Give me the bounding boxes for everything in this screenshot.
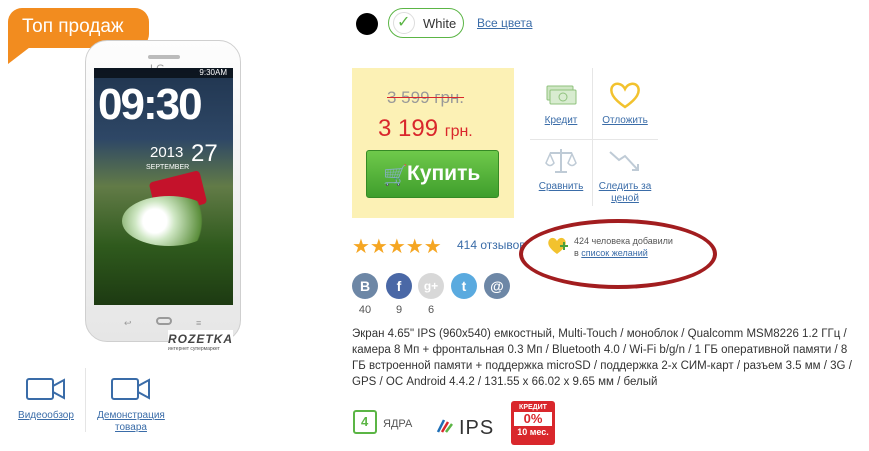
facebook-icon: f — [386, 273, 412, 299]
credit-badge-title: КРЕДИТ — [519, 404, 547, 411]
buy-button[interactable]: 🛒 Купить — [366, 150, 499, 198]
postpone-link[interactable]: Отложить — [594, 115, 656, 127]
googleplus-count: 6 — [427, 304, 435, 316]
phone-screen: 9:30AM 09:30 2013 27 SEPTEMBER — [94, 68, 233, 305]
ips-label: IPS — [459, 417, 495, 439]
demo-label[interactable]: Демонстрация товара — [92, 410, 170, 434]
buy-button-label: Купить — [407, 162, 481, 185]
back-key-icon: ↩ — [124, 318, 132, 328]
new-price-value: 3 199 — [378, 115, 439, 142]
watermark-name: ROZETKA — [168, 332, 233, 346]
cart-icon: 🛒 — [383, 165, 408, 187]
phone-month: SEPTEMBER — [146, 164, 190, 171]
share-googleplus[interactable]: g+ 6 — [418, 273, 444, 316]
share-facebook[interactable]: f 9 — [386, 273, 412, 316]
credit-badge[interactable]: КРЕДИТ 0% 10 мес. — [511, 401, 555, 445]
compare-action[interactable]: Сравнить — [530, 146, 592, 193]
phone-day: 27 — [191, 140, 218, 167]
new-price-currency: грн. — [444, 123, 473, 140]
money-icon — [546, 85, 577, 105]
share-email[interactable]: @ — [484, 273, 510, 299]
phone-status-time: 9:30AM — [199, 68, 227, 77]
facebook-count: 9 — [395, 304, 403, 316]
video-camera-icon — [111, 378, 150, 400]
actions-divider-horizontal — [530, 139, 658, 140]
highlight-oval — [519, 219, 717, 289]
top-sales-label: Топ продаж — [22, 16, 124, 37]
credit-link[interactable]: Кредит — [530, 115, 592, 127]
home-button-icon — [156, 317, 172, 325]
vk-icon: В — [352, 273, 378, 299]
selected-color-label: White — [423, 16, 457, 31]
phone-speaker — [148, 55, 180, 59]
phone-clock: 09:30 — [98, 80, 203, 129]
menu-key-icon: ≡ — [196, 318, 202, 328]
cores-number: 4 — [361, 414, 369, 429]
watermark-tagline: интернет супермаркет — [168, 346, 220, 352]
cpu-icon: 4 — [353, 410, 377, 434]
video-review-label[interactable]: Видеообзор — [12, 410, 80, 422]
price-trend-icon — [609, 151, 639, 171]
share-vk[interactable]: В 40 — [352, 273, 378, 316]
credit-badge-rate: 0% — [514, 412, 552, 426]
video-camera-icon — [26, 378, 65, 400]
actions-divider-vertical — [592, 68, 593, 206]
share-twitter[interactable]: t — [451, 273, 477, 299]
all-colors-link[interactable]: Все цвета — [477, 16, 532, 30]
track-price-action[interactable]: Следить за ценой — [594, 146, 656, 205]
product-description: Экран 4.65" IPS (960x540) емкостный, Mul… — [352, 328, 852, 388]
color-option-white[interactable]: ✓ White — [388, 8, 464, 38]
product-image[interactable]: LG 9:30AM 09:30 2013 27 SEPTEMBER ↩ ≡ — [85, 40, 241, 342]
vk-count: 40 — [358, 304, 372, 316]
video-review-link[interactable]: Видеообзор — [12, 376, 80, 422]
phone-year: 2013 — [150, 144, 184, 161]
phone-statusbar: 9:30AM — [94, 68, 233, 78]
price-box: 3 599 грн. 3 199 грн. 🛒 Купить — [352, 68, 514, 218]
cores-label: ЯДРА — [383, 418, 413, 430]
googleplus-icon: g+ — [418, 273, 444, 299]
compare-link[interactable]: Сравнить — [530, 181, 592, 193]
heart-icon — [610, 82, 640, 109]
credit-action[interactable]: Кредит — [530, 80, 592, 127]
scales-icon — [545, 149, 577, 173]
new-price: 3 199 грн. — [378, 115, 473, 143]
demo-link[interactable]: Демонстрация товара — [92, 376, 170, 434]
twitter-icon: t — [451, 273, 477, 299]
rozetka-watermark: ROZETKA интернет супермаркет — [168, 330, 233, 352]
email-icon: @ — [484, 273, 510, 299]
reviews-link[interactable]: 414 отзывов — [457, 238, 526, 252]
ips-logo-icon — [436, 419, 453, 433]
rating-stars[interactable]: ★★★★★ — [352, 234, 442, 259]
credit-badge-term: 10 мес. — [517, 427, 549, 437]
color-swatch-black[interactable] — [356, 13, 378, 35]
check-icon: ✓ — [397, 14, 411, 31]
postpone-action[interactable]: Отложить — [594, 80, 656, 127]
old-price: 3 599 грн. — [387, 88, 465, 107]
track-price-link[interactable]: Следить за ценой — [594, 181, 656, 205]
wallpaper-flowers — [122, 196, 216, 246]
media-divider — [85, 368, 86, 432]
